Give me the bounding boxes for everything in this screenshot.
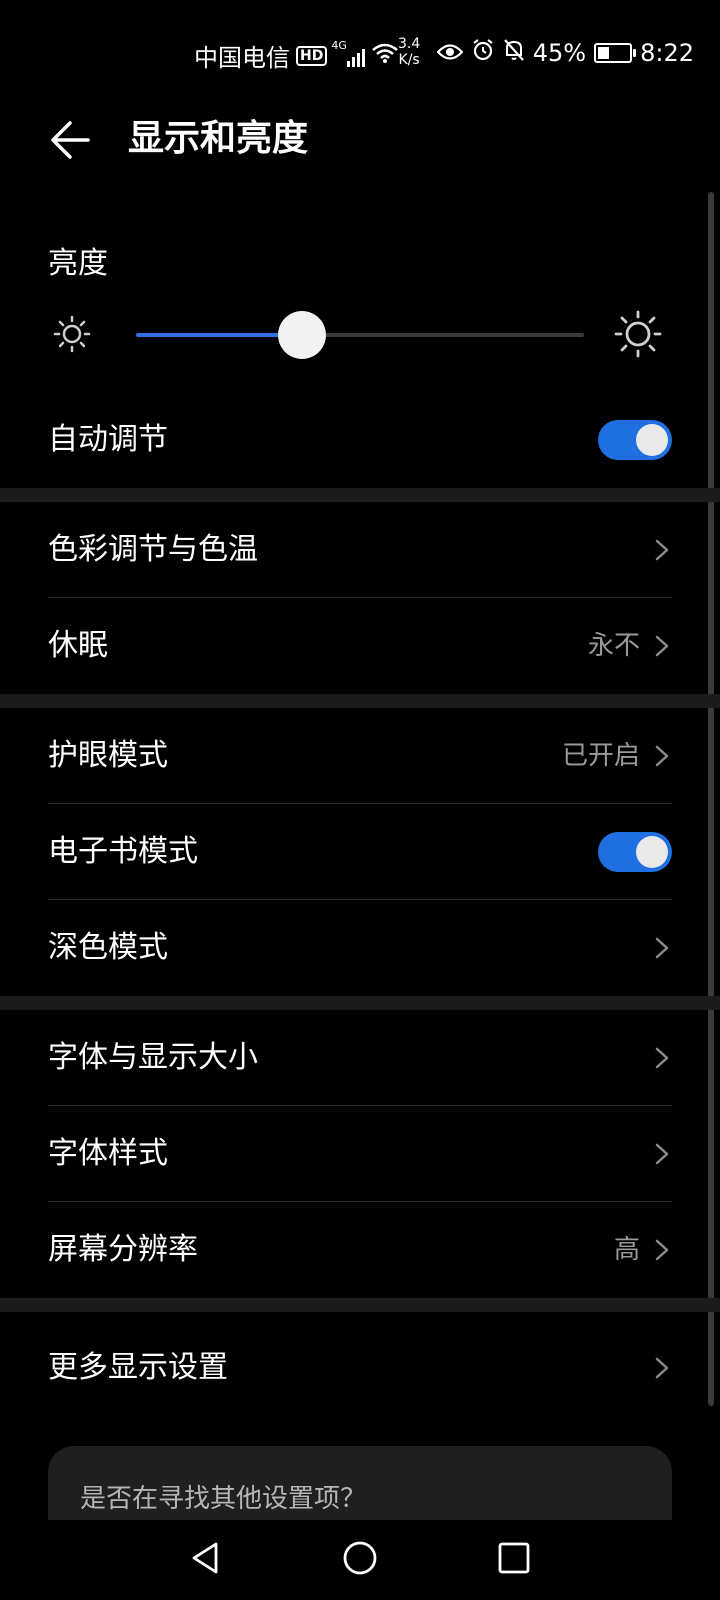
auto-adjust-toggle[interactable] [598, 420, 672, 460]
battery-level-fill [598, 47, 610, 59]
arrow-left-icon [51, 121, 90, 159]
screen-resolution-value: 高 [613, 1235, 640, 1265]
eye-icon [436, 39, 464, 67]
font-style-label: 字体样式 [48, 1136, 168, 1171]
status-right: 45% 8:22 [436, 38, 694, 68]
triangle-back-icon[interactable] [186, 1538, 226, 1578]
app-header: 显示和亮度 [0, 100, 720, 180]
section-divider [0, 996, 720, 1010]
color-temp-label: 色彩调节与色温 [48, 532, 258, 567]
suggestion-text: 是否在寻找其他设置项？ [80, 1484, 367, 1514]
toggle-knob [636, 424, 668, 456]
chevron-right-icon [655, 937, 669, 959]
chevron-right-icon [655, 635, 669, 657]
section-divider [0, 1298, 720, 1312]
sleep-row[interactable]: 休眠 永不 [0, 598, 720, 694]
font-style-row[interactable]: 字体样式 [0, 1106, 720, 1202]
chevron-right-icon [655, 539, 669, 561]
more-display-row[interactable]: 更多显示设置 [0, 1320, 720, 1416]
font-display-size-row[interactable]: 字体与显示大小 [0, 1010, 720, 1106]
chevron-right-icon [655, 1357, 669, 1379]
auto-adjust-row[interactable]: 自动调节 [0, 392, 720, 488]
battery-percent: 45% [532, 39, 587, 67]
screen-resolution-row[interactable]: 屏幕分辨率 高 [0, 1202, 720, 1298]
sleep-value: 永不 [587, 631, 640, 661]
carrier-name: 中国电信 [194, 44, 290, 72]
network-speed: 3.4 K/s [398, 36, 420, 68]
chevron-right-icon [655, 1239, 669, 1261]
eye-comfort-row[interactable]: 护眼模式 已开启 [0, 708, 720, 804]
sleep-label: 休眠 [48, 628, 108, 663]
brightness-label: 亮度 [48, 246, 108, 281]
sun-large-icon [614, 310, 662, 358]
dark-mode-label: 深色模式 [48, 930, 168, 965]
page-title: 显示和亮度 [128, 118, 309, 159]
sun-small-icon [53, 315, 91, 353]
section-divider [0, 488, 720, 502]
clock-time: 8:22 [640, 39, 694, 67]
network-speed-unit: K/s [398, 52, 420, 68]
brightness-slider-fill [136, 333, 302, 337]
brightness-slider-thumb[interactable] [277, 311, 326, 359]
brightness-slider[interactable] [136, 311, 584, 359]
battery-charging-icon [594, 43, 637, 63]
alarm-icon [471, 38, 495, 68]
auto-adjust-label: 自动调节 [48, 422, 168, 457]
dark-mode-row[interactable]: 深色模式 [0, 900, 720, 996]
bell-off-icon [503, 38, 525, 68]
eye-comfort-label: 护眼模式 [48, 738, 168, 773]
color-temp-row[interactable]: 色彩调节与色温 [0, 502, 720, 598]
back-button[interactable] [44, 114, 96, 166]
screen-resolution-label: 屏幕分辨率 [48, 1232, 198, 1267]
chevron-right-icon [655, 745, 669, 767]
ebook-mode-row[interactable]: 电子书模式 [0, 804, 720, 900]
ebook-mode-label: 电子书模式 [48, 834, 198, 869]
eye-comfort-value: 已开启 [561, 741, 640, 771]
status-left: 中国电信 HD 4G [194, 38, 399, 73]
navigation-bar [0, 1520, 720, 1600]
more-display-label: 更多显示设置 [48, 1350, 228, 1385]
square-recent-icon[interactable] [496, 1540, 532, 1576]
network-speed-value: 3.4 [398, 36, 421, 52]
circle-home-icon[interactable] [340, 1538, 380, 1578]
status-bar: 中国电信 HD 4G 3.4 K/s 45% 8:22 [0, 0, 720, 100]
hd-badge: HD [296, 45, 328, 66]
font-display-size-label: 字体与显示大小 [48, 1040, 258, 1075]
signal-type-label: 4G [331, 38, 347, 52]
toggle-knob [636, 836, 668, 868]
ebook-mode-toggle[interactable] [598, 832, 672, 872]
signal-icon: 4G [331, 39, 366, 67]
chevron-right-icon [655, 1143, 669, 1165]
wifi-icon [371, 42, 399, 70]
chevron-right-icon [655, 1047, 669, 1069]
brightness-slider-row [0, 300, 720, 370]
section-divider [0, 694, 720, 708]
